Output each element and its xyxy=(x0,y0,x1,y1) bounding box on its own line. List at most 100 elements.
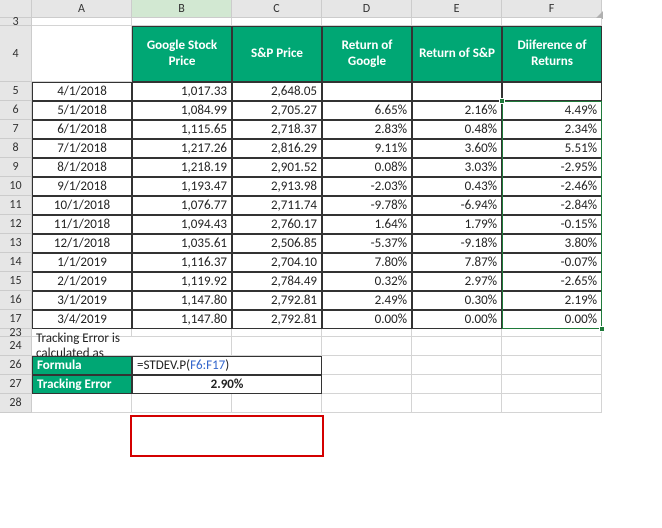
return-sp-cell[interactable] xyxy=(412,82,502,101)
sp-price-cell[interactable]: 2,792.81 xyxy=(232,310,322,329)
sp-price-cell[interactable]: 2,760.17 xyxy=(232,215,322,234)
sp-price-cell[interactable]: 2,506.85 xyxy=(232,234,322,253)
google-price-cell[interactable]: 1,218.19 xyxy=(132,158,232,177)
google-price-cell[interactable]: 1,147.80 xyxy=(132,310,232,329)
cell[interactable] xyxy=(502,18,602,26)
tracking-error-value[interactable]: 2.90% xyxy=(132,375,322,394)
diff-returns-cell[interactable] xyxy=(502,82,602,101)
return-google-cell[interactable]: 0.32% xyxy=(322,272,412,291)
cell[interactable] xyxy=(502,375,602,394)
diff-returns-cell[interactable]: -0.15% xyxy=(502,215,602,234)
row-27[interactable]: 27 xyxy=(0,375,32,394)
sp-price-cell[interactable]: 2,901.52 xyxy=(232,158,322,177)
diff-returns-cell[interactable]: -2.46% xyxy=(502,177,602,196)
row-13[interactable]: 13 xyxy=(0,234,32,253)
row-9[interactable]: 9 xyxy=(0,158,32,177)
row-16[interactable]: 16 xyxy=(0,291,32,310)
row-6[interactable]: 6 xyxy=(0,101,32,120)
diff-returns-cell[interactable]: 3.80% xyxy=(502,234,602,253)
diff-returns-cell[interactable]: 5.51% xyxy=(502,139,602,158)
return-sp-cell[interactable]: -9.18% xyxy=(412,234,502,253)
return-sp-cell[interactable]: 3.60% xyxy=(412,139,502,158)
google-price-cell[interactable]: 1,217.26 xyxy=(132,139,232,158)
cell[interactable] xyxy=(132,18,232,26)
diff-returns-cell[interactable]: 2.34% xyxy=(502,120,602,139)
cell[interactable] xyxy=(502,337,602,356)
return-sp-cell[interactable]: 1.79% xyxy=(412,215,502,234)
col-B[interactable]: B xyxy=(132,0,232,18)
date-cell[interactable]: 6/1/2018 xyxy=(32,120,132,139)
range-handle-tl[interactable] xyxy=(499,98,505,104)
sp-price-cell[interactable]: 2,792.81 xyxy=(232,291,322,310)
date-cell[interactable]: 3/4/2019 xyxy=(32,310,132,329)
cell[interactable] xyxy=(322,337,412,356)
cell[interactable] xyxy=(412,394,502,413)
diff-returns-cell[interactable]: 0.00% xyxy=(502,310,602,329)
diff-returns-cell[interactable]: 4.49% xyxy=(502,101,602,120)
cell[interactable] xyxy=(412,329,502,337)
google-price-cell[interactable]: 1,084.99 xyxy=(132,101,232,120)
cell[interactable] xyxy=(322,329,412,337)
row-23[interactable]: 23 xyxy=(0,329,32,337)
return-sp-cell[interactable]: 0.43% xyxy=(412,177,502,196)
date-cell[interactable]: 7/1/2018 xyxy=(32,139,132,158)
return-sp-cell[interactable]: 2.16% xyxy=(412,101,502,120)
cell[interactable] xyxy=(32,394,132,413)
row-5[interactable]: 5 xyxy=(0,82,32,101)
formula-cell[interactable]: =STDEV.P(F6:F17) xyxy=(132,356,322,375)
google-price-cell[interactable]: 1,076.77 xyxy=(132,196,232,215)
row-14[interactable]: 14 xyxy=(0,253,32,272)
cell[interactable] xyxy=(412,375,502,394)
col-D[interactable]: D xyxy=(322,0,412,18)
row-26[interactable]: 26 xyxy=(0,356,32,375)
date-cell[interactable]: 9/1/2018 xyxy=(32,177,132,196)
google-price-cell[interactable]: 1,017.33 xyxy=(132,82,232,101)
date-cell[interactable]: 5/1/2018 xyxy=(32,101,132,120)
diff-returns-cell[interactable]: -2.95% xyxy=(502,158,602,177)
return-google-cell[interactable]: 9.11% xyxy=(322,139,412,158)
sp-price-cell[interactable]: 2,784.49 xyxy=(232,272,322,291)
cell[interactable] xyxy=(232,337,322,356)
cell[interactable] xyxy=(502,394,602,413)
cell[interactable] xyxy=(232,394,322,413)
col-F[interactable]: F xyxy=(502,0,602,18)
google-price-cell[interactable]: 1,119.92 xyxy=(132,272,232,291)
cell[interactable] xyxy=(232,329,322,337)
date-cell[interactable]: 3/1/2019 xyxy=(32,291,132,310)
return-sp-cell[interactable]: 3.03% xyxy=(412,158,502,177)
cell[interactable] xyxy=(132,394,232,413)
google-price-cell[interactable]: 1,094.43 xyxy=(132,215,232,234)
row-3[interactable]: 3 xyxy=(0,18,32,26)
google-price-cell[interactable]: 1,147.80 xyxy=(132,291,232,310)
row-8[interactable]: 8 xyxy=(0,139,32,158)
sp-price-cell[interactable]: 2,913.98 xyxy=(232,177,322,196)
row-28[interactable]: 28 xyxy=(0,394,32,413)
diff-returns-cell[interactable]: 2.19% xyxy=(502,291,602,310)
row-15[interactable]: 15 xyxy=(0,272,32,291)
return-google-cell[interactable]: 0.08% xyxy=(322,158,412,177)
sp-price-cell[interactable]: 2,704.10 xyxy=(232,253,322,272)
col-A[interactable]: A xyxy=(32,0,132,18)
row-12[interactable]: 12 xyxy=(0,215,32,234)
range-handle-br[interactable] xyxy=(599,326,605,332)
grid[interactable]: 3 4 Google Stock Price S&P Price Return … xyxy=(0,18,602,413)
row-10[interactable]: 10 xyxy=(0,177,32,196)
return-google-cell[interactable]: 2.83% xyxy=(322,120,412,139)
date-cell[interactable]: 8/1/2018 xyxy=(32,158,132,177)
return-sp-cell[interactable]: -6.94% xyxy=(412,196,502,215)
sp-price-cell[interactable]: 2,705.27 xyxy=(232,101,322,120)
google-price-cell[interactable]: 1,116.37 xyxy=(132,253,232,272)
date-cell[interactable]: 10/1/2018 xyxy=(32,196,132,215)
cell[interactable] xyxy=(412,356,502,375)
cell[interactable] xyxy=(32,26,132,82)
return-google-cell[interactable]: 0.00% xyxy=(322,310,412,329)
return-sp-cell[interactable]: 0.00% xyxy=(412,310,502,329)
date-cell[interactable]: 1/1/2019 xyxy=(32,253,132,272)
cell[interactable] xyxy=(132,337,232,356)
return-sp-cell[interactable]: 0.48% xyxy=(412,120,502,139)
return-google-cell[interactable]: -2.03% xyxy=(322,177,412,196)
google-price-cell[interactable]: 1,193.47 xyxy=(132,177,232,196)
cell[interactable] xyxy=(132,329,232,337)
row-4[interactable]: 4 xyxy=(0,26,32,82)
sp-price-cell[interactable]: 2,711.74 xyxy=(232,196,322,215)
